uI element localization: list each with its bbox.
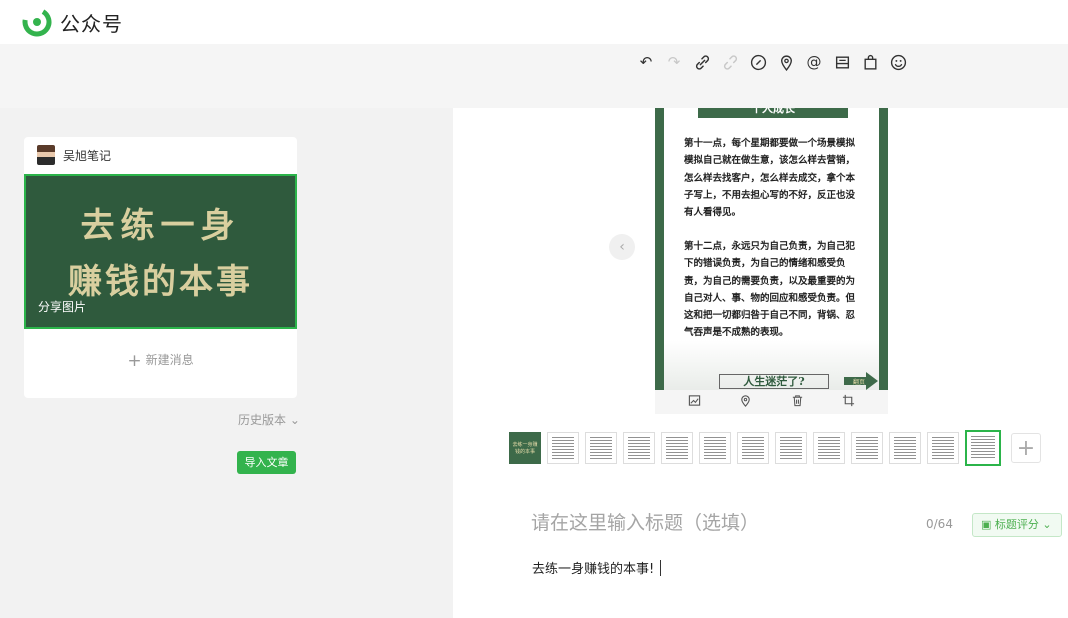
product-icon[interactable] bbox=[832, 52, 852, 72]
replace-image-icon[interactable] bbox=[688, 394, 701, 410]
undo-icon[interactable]: ↶ bbox=[636, 52, 656, 72]
image-footer-box: 人生迷茫了? bbox=[719, 374, 829, 389]
import-article-button[interactable]: 导入文章 bbox=[237, 451, 296, 474]
new-message-label: 新建消息 bbox=[145, 353, 194, 367]
title-input[interactable] bbox=[531, 512, 911, 534]
mention-icon[interactable]: @ bbox=[804, 52, 824, 72]
image-content: 个人成长 第十一点，每个星期都要做一个场景模拟模拟自己就在做生意，该怎么样去营销… bbox=[664, 108, 879, 390]
cover-title-line1: 去练一身 bbox=[80, 206, 241, 246]
thumbnail-item[interactable] bbox=[889, 432, 921, 464]
account-name: 吴旭笔记 bbox=[63, 148, 112, 163]
image-thumbnail-strip: 去练一身赚钱的本事 + bbox=[509, 430, 1041, 466]
chevron-left-icon[interactable]: ‹ bbox=[609, 234, 635, 260]
account-header: 吴旭笔记 bbox=[24, 137, 297, 173]
history-label: 历史版本 bbox=[238, 413, 287, 427]
delete-icon[interactable] bbox=[791, 394, 804, 410]
thumbnail-item[interactable] bbox=[813, 432, 845, 464]
history-version-dropdown[interactable]: 历史版本 ⌄ bbox=[238, 411, 300, 428]
image-footer: 人生迷茫了? 翻页 bbox=[664, 340, 879, 390]
thumbnail-item[interactable] bbox=[927, 432, 959, 464]
article-body-text: 去练一身赚钱的本事! bbox=[532, 562, 655, 577]
app-title: 公众号 bbox=[60, 11, 123, 36]
wechat-official-logo-icon bbox=[22, 7, 52, 37]
image-header: 个人成长 bbox=[698, 108, 848, 118]
chevron-down-icon: ⌄ bbox=[286, 413, 300, 427]
logo[interactable]: 公众号 bbox=[22, 7, 123, 37]
thumbnail-item[interactable] bbox=[699, 432, 731, 464]
thumbnail-item[interactable] bbox=[775, 432, 807, 464]
article-cover-selected[interactable]: 去练一身 赚钱的本事 分享图片 bbox=[24, 174, 297, 329]
image-paragraph-2: 第十二点，永远只为自己负责，为自己犯下的错误负责，为自己的情绪和感受负责，为自己… bbox=[684, 241, 856, 339]
image-preview: 个人成长 第十一点，每个星期都要做一个场景模拟模拟自己就在做生意，该怎么样去营销… bbox=[655, 108, 888, 390]
image-action-bar bbox=[655, 390, 888, 414]
title-score-label: 标题评分 bbox=[994, 518, 1039, 531]
thumbnail-item[interactable] bbox=[851, 432, 883, 464]
thumbnail-cover-label: 去练一身赚钱的本事 bbox=[512, 442, 538, 455]
location-icon[interactable] bbox=[739, 394, 752, 410]
image-paragraph-1: 第十一点，每个星期都要做一个场景模拟模拟自己就在做生意，该怎么样去营销，怎么样去… bbox=[684, 138, 856, 219]
article-list-card: 吴旭笔记 去练一身 赚钱的本事 分享图片 + 新建消息 bbox=[24, 137, 297, 398]
shopping-bag-icon[interactable] bbox=[860, 52, 880, 72]
emoji-icon[interactable] bbox=[888, 52, 908, 72]
score-icon: ▣ bbox=[981, 518, 995, 531]
avatar bbox=[37, 145, 55, 165]
unlink-icon[interactable] bbox=[720, 52, 740, 72]
add-image-button[interactable]: + bbox=[1011, 433, 1041, 463]
top-bar: 公众号 bbox=[0, 0, 1068, 44]
editor-toolbar-band: ↶ ↷ @ bbox=[0, 44, 1068, 108]
thumbnail-item[interactable] bbox=[623, 432, 655, 464]
thumbnail-cover[interactable]: 去练一身赚钱的本事 bbox=[509, 432, 541, 464]
cover-title-line2: 赚钱的本事 bbox=[68, 262, 253, 302]
next-arrow-icon: 翻页 bbox=[844, 372, 878, 390]
plus-icon: + bbox=[127, 351, 142, 371]
thumbnail-item[interactable] bbox=[585, 432, 617, 464]
title-score-button[interactable]: ▣ 标题评分 ⌄ bbox=[972, 513, 1062, 537]
new-message-button[interactable]: + 新建消息 bbox=[24, 351, 297, 371]
next-arrow-label: 翻页 bbox=[853, 378, 865, 386]
thumbnail-item[interactable] bbox=[661, 432, 693, 464]
title-char-counter: 0/64 bbox=[926, 517, 953, 531]
text-cursor bbox=[660, 560, 662, 576]
thumbnail-item[interactable] bbox=[547, 432, 579, 464]
article-body[interactable]: 去练一身赚钱的本事! bbox=[532, 558, 662, 577]
editor-area: ‹ 个人成长 第十一点，每个星期都要做一个场景模拟模拟自己就在做生意，该怎么样去… bbox=[453, 108, 1068, 618]
location-icon[interactable] bbox=[776, 52, 796, 72]
crop-icon[interactable] bbox=[842, 394, 855, 410]
chevron-down-icon: ⌄ bbox=[1038, 518, 1052, 531]
cover-type-label: 分享图片 bbox=[38, 300, 87, 314]
thumbnail-item[interactable] bbox=[737, 432, 769, 464]
thumbnail-item-active[interactable] bbox=[965, 430, 1001, 466]
attachment-link-icon[interactable] bbox=[748, 52, 768, 72]
redo-icon[interactable]: ↷ bbox=[664, 52, 684, 72]
editor-toolbar: ↶ ↷ @ bbox=[636, 52, 908, 72]
link-icon[interactable] bbox=[692, 52, 712, 72]
